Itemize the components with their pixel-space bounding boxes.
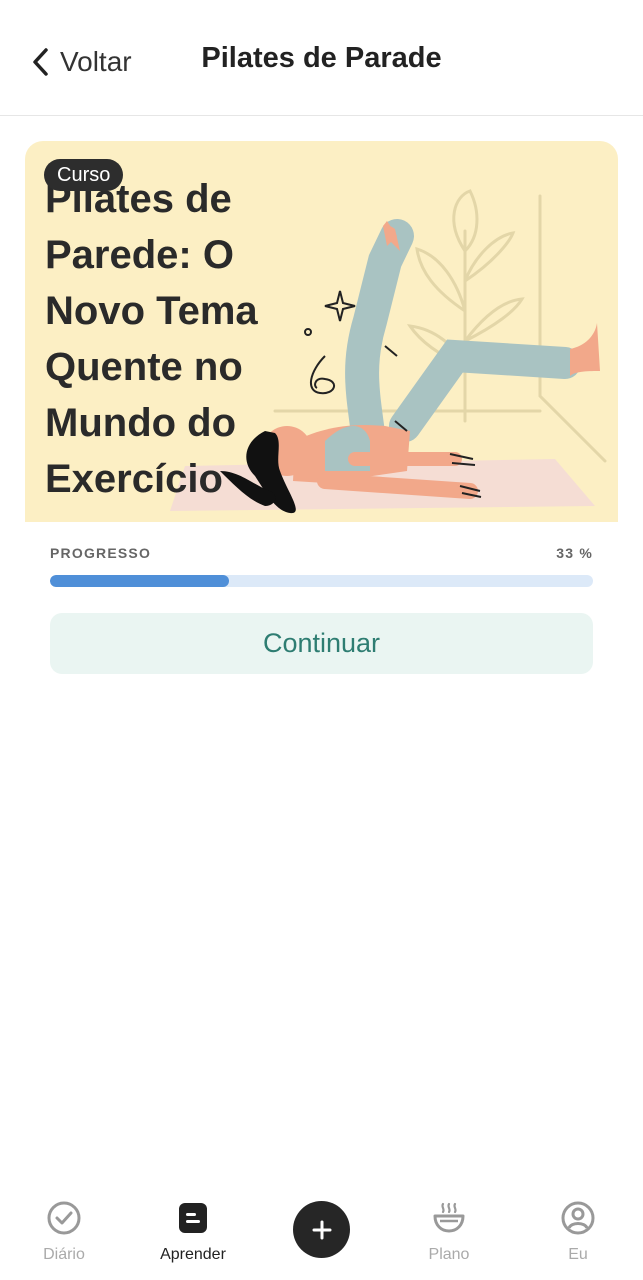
progress-header: PROGRESSO 33 %	[50, 545, 593, 561]
tab-label: Diário	[43, 1246, 85, 1263]
course-badge: Curso	[44, 159, 124, 191]
page-title: Pilates de Parade	[201, 42, 442, 74]
profile-icon	[561, 1201, 595, 1235]
plus-icon	[312, 1220, 331, 1239]
progress-fill	[50, 575, 230, 587]
progress-label: PROGRESSO	[50, 545, 152, 561]
tab-label: Plano	[428, 1246, 470, 1263]
tab-bar: Diário Aprender Plano Eu	[0, 1190, 643, 1280]
progress-percent: 33 %	[556, 545, 593, 561]
check-circle-icon	[47, 1201, 81, 1235]
learn-icon	[179, 1203, 207, 1233]
tab-aprender[interactable]: Aprender	[143, 1198, 243, 1264]
tab-eu[interactable]: Eu	[528, 1198, 628, 1264]
continue-button[interactable]: Continuar	[50, 613, 593, 674]
tab-diario[interactable]: Diário	[14, 1198, 114, 1264]
progress-bar	[50, 575, 593, 587]
tab-label: Eu	[568, 1246, 588, 1263]
header: Voltar Pilates de Parade	[0, 0, 643, 116]
course-card[interactable]: Pilates de Parede: O Novo Tema Quente no…	[25, 141, 618, 522]
tab-label: Aprender	[160, 1246, 226, 1263]
bowl-icon	[433, 1202, 465, 1233]
add-button[interactable]	[293, 1201, 350, 1258]
course-title: Pilates de Parede: O Novo Tema Quente no…	[45, 177, 258, 501]
tab-plano[interactable]: Plano	[399, 1198, 499, 1264]
